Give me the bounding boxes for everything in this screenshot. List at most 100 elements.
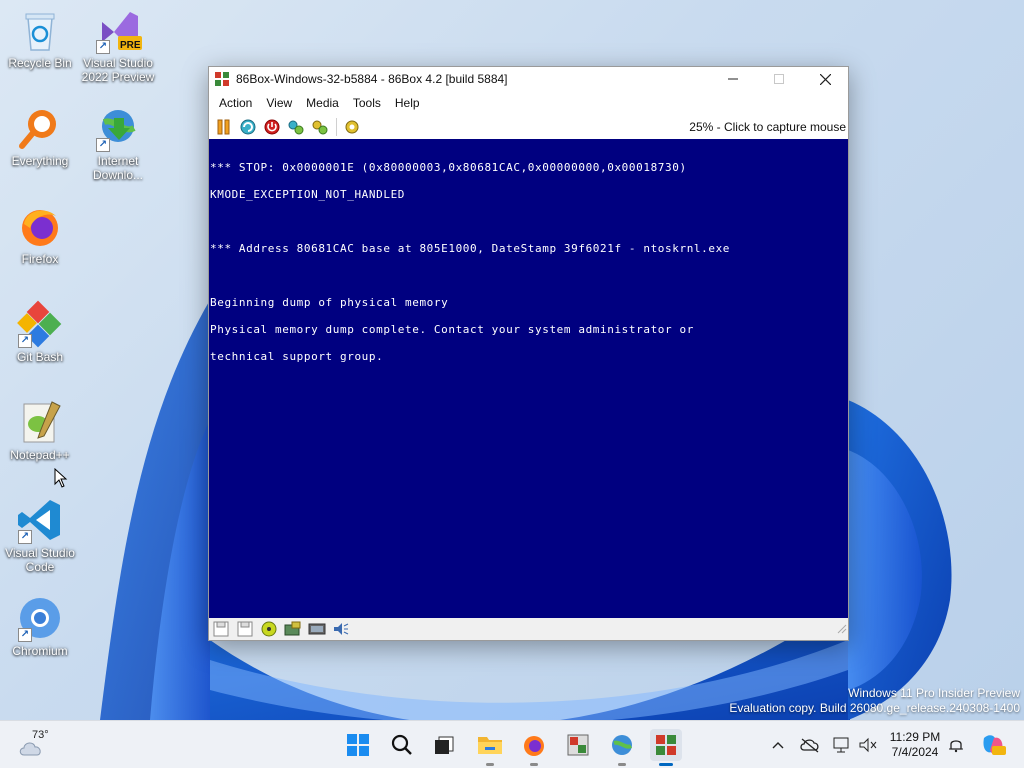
floppy-b-icon[interactable]: [235, 620, 255, 638]
show-hidden-icons-button[interactable]: [768, 735, 788, 755]
firefox-icon: [16, 202, 64, 250]
close-button[interactable]: [802, 67, 848, 91]
desktop-icon-everything[interactable]: Everything: [0, 104, 80, 168]
windows-logo-icon: [347, 734, 369, 756]
taskbar-file-explorer[interactable]: [474, 729, 506, 766]
running-indicator: [530, 763, 538, 766]
desktop-icon-label: Internet Downlo...: [92, 154, 144, 182]
menu-media[interactable]: Media: [299, 96, 346, 110]
reset-icon: [240, 119, 256, 135]
86box-window[interactable]: 86Box-Windows-32-b5884 - 86Box 4.2 [buil…: [208, 66, 849, 641]
chevron-up-icon: [772, 742, 784, 749]
taskbar-clock[interactable]: 11:29 PM 7/4/2024: [880, 730, 950, 760]
keyboard-gears-icon: [288, 120, 304, 135]
emulator-screen[interactable]: *** STOP: 0x0000001E (0x80000003,0x80681…: [209, 139, 848, 619]
hard-disk-icon[interactable]: [283, 620, 303, 638]
mouse-cursor-icon: [54, 468, 68, 488]
desktop-icon-label: Git Bash: [16, 350, 64, 364]
menu-tools[interactable]: Tools: [346, 96, 388, 110]
desktop-icon-notepad-plus-plus[interactable]: Notepad++: [0, 398, 80, 462]
resize-grip-icon[interactable]: [837, 624, 847, 634]
window-titlebar[interactable]: 86Box-Windows-32-b5884 - 86Box 4.2 [buil…: [209, 67, 848, 91]
running-indicator: [486, 763, 494, 766]
shortcut-arrow-icon: ↗: [96, 40, 110, 54]
menu-bar: Action View Media Tools Help: [209, 91, 848, 115]
taskbar-86box-manager[interactable]: [562, 729, 594, 761]
notepad-plus-plus-icon: [16, 398, 64, 446]
weather-widget[interactable]: 73°: [14, 729, 62, 761]
clock-date: 7/4/2024: [891, 745, 939, 759]
bsod-line: Physical memory dump complete. Contact y…: [210, 323, 694, 336]
bsod-line: Beginning dump of physical memory: [210, 296, 449, 309]
visual-studio-icon: PRE ↗: [94, 6, 142, 54]
recycle-bin-icon: [16, 6, 64, 54]
shortcut-arrow-icon: ↗: [18, 334, 32, 348]
menu-view[interactable]: View: [259, 96, 299, 110]
desktop-icon-visual-studio-code[interactable]: ↗ Visual Studio Code: [0, 496, 80, 574]
desktop-icon-recycle-bin[interactable]: Recycle Bin: [0, 6, 80, 70]
network-card-icon[interactable]: [307, 620, 327, 638]
bsod-line: technical support group.: [210, 350, 384, 363]
watermark-line: Evaluation copy. Build 26080.ge_release.…: [729, 701, 1020, 715]
cloud-offline-icon: [800, 738, 819, 753]
start-button[interactable]: [342, 729, 374, 761]
minimize-button[interactable]: [710, 67, 756, 91]
menu-help[interactable]: Help: [388, 96, 427, 110]
chromium-icon: ↗: [16, 594, 64, 642]
desktop-icon-label: Chromium: [12, 644, 68, 658]
idm-globe-icon: ↗: [94, 104, 142, 152]
cloud-icon: [19, 742, 41, 756]
86box-app-icon: [656, 735, 676, 755]
bsod-line: KMODE_EXCEPTION_NOT_HANDLED: [210, 188, 406, 201]
evaluation-watermark: Windows 11 Pro Insider Preview Evaluatio…: [729, 686, 1020, 716]
desktop-icon-internet-download-manager[interactable]: ↗ Internet Downlo...: [78, 104, 158, 182]
onedrive-tray-icon[interactable]: [800, 735, 820, 755]
notifications-button[interactable]: [946, 735, 966, 755]
bsod-line: *** Address 80681CAC base at 805E1000, D…: [210, 242, 731, 255]
taskbar-86box[interactable]: [650, 729, 682, 766]
ctrl-alt-esc-button[interactable]: [310, 117, 330, 137]
cdrom-icon[interactable]: [259, 620, 279, 638]
sound-icon[interactable]: [331, 620, 351, 638]
desktop-icon-label: Visual Studio Code: [5, 546, 75, 574]
minimize-icon: [728, 78, 738, 80]
power-button[interactable]: [262, 117, 282, 137]
task-view-button[interactable]: [428, 729, 460, 761]
86box-app-icon: [215, 72, 229, 86]
settings-button[interactable]: [342, 117, 362, 137]
copilot-icon: [983, 735, 1006, 755]
ctrl-alt-del-button[interactable]: [286, 117, 306, 137]
active-indicator: [659, 763, 673, 766]
bsod-line: [210, 271, 848, 280]
desktop-icon-label: Everything: [11, 154, 69, 168]
maximize-button[interactable]: [756, 67, 802, 91]
running-indicator: [618, 763, 626, 766]
taskbar-internet-download-manager[interactable]: [606, 729, 638, 766]
reset-button[interactable]: [238, 117, 258, 137]
maximize-icon: [774, 74, 784, 84]
volume-tray-icon[interactable]: [858, 735, 878, 755]
pre-badge: PRE: [120, 40, 141, 51]
close-icon: [819, 73, 831, 85]
everything-search-icon: [16, 104, 64, 152]
86box-manager-icon: [567, 734, 589, 756]
window-title: 86Box-Windows-32-b5884 - 86Box 4.2 [buil…: [236, 72, 508, 86]
network-tray-icon[interactable]: [832, 735, 852, 755]
desktop-icon-label: Recycle Bin: [8, 56, 72, 70]
desktop-icon-firefox[interactable]: Firefox: [0, 202, 80, 266]
copilot-button[interactable]: [980, 735, 1006, 755]
search-icon: [391, 734, 412, 755]
desktop-icon-git-bash[interactable]: ↗ Git Bash: [0, 300, 80, 364]
gears-icon: [312, 120, 328, 135]
desktop-icon-chromium[interactable]: ↗ Chromium: [0, 594, 80, 658]
floppy-a-icon[interactable]: [211, 620, 231, 638]
search-button[interactable]: [386, 729, 418, 761]
desktop-icon-visual-studio-2022-preview[interactable]: PRE ↗ Visual Studio 2022 Preview: [78, 6, 158, 84]
pause-button[interactable]: [214, 117, 234, 137]
firefox-icon: [524, 736, 544, 756]
network-icon: [833, 737, 849, 753]
menu-action[interactable]: Action: [212, 96, 259, 110]
taskbar-firefox[interactable]: [518, 729, 550, 766]
idm-globe-icon: [612, 735, 633, 755]
bsod-line: [210, 217, 848, 226]
